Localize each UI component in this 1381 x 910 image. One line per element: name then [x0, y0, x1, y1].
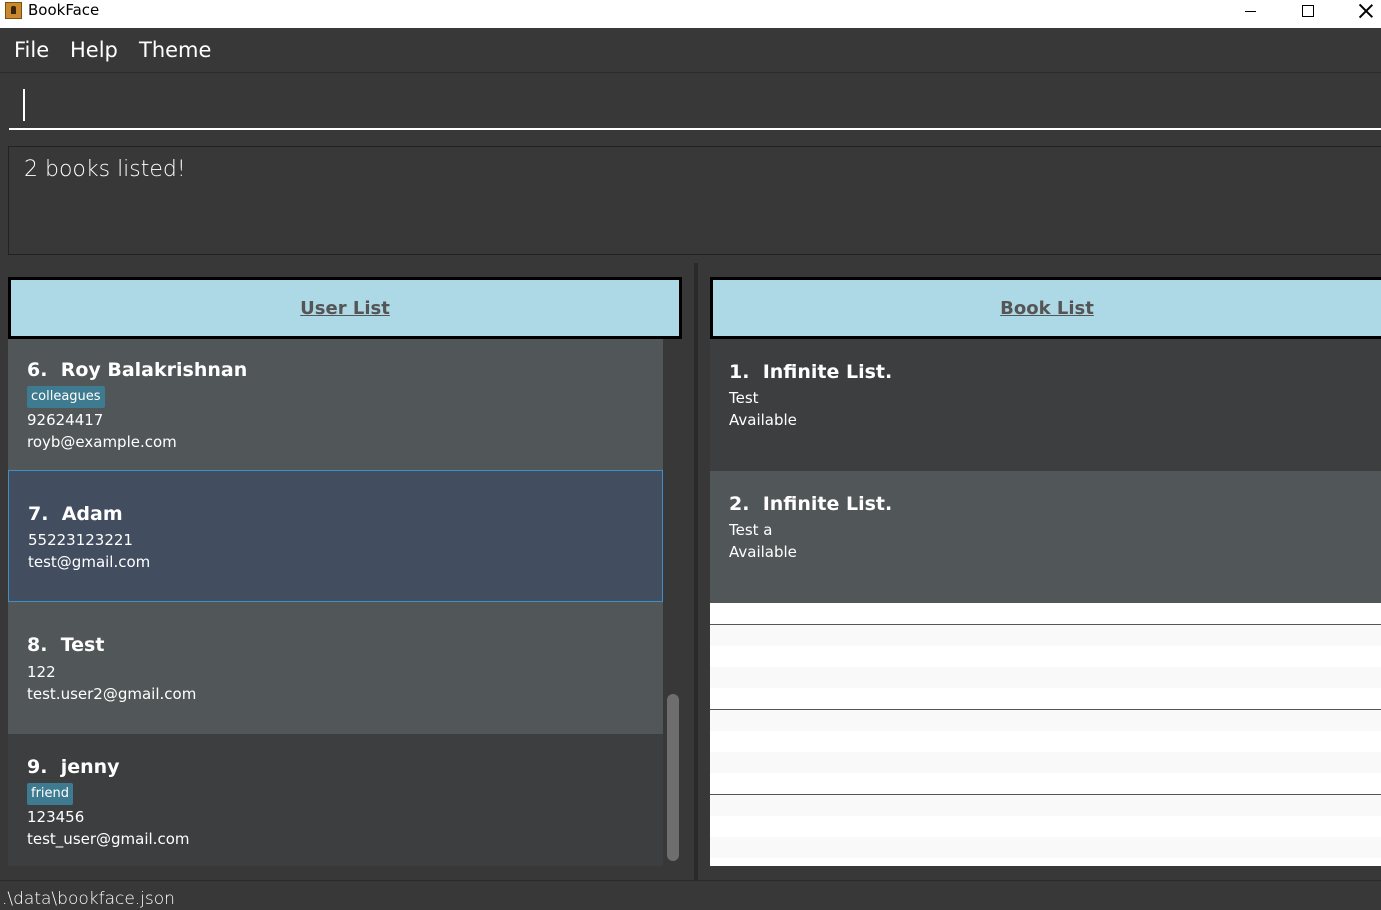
user-name: 6. Roy Balakrishnan	[27, 359, 248, 381]
minimize-button[interactable]	[1221, 0, 1279, 22]
menu-file[interactable]: File	[14, 38, 49, 62]
window-title: BookFace	[28, 1, 100, 19]
minimize-icon	[1244, 10, 1256, 12]
book-list[interactable]: 1. Infinite List. Test Available 2. Infi…	[710, 339, 1381, 866]
book-list-header: Book List	[710, 277, 1381, 339]
user-card[interactable]: 8. Test 122 test.user2@gmail.com	[8, 602, 663, 734]
close-icon	[1359, 4, 1373, 18]
user-phone: 123456	[27, 808, 85, 826]
empty-list-row	[710, 795, 1381, 816]
user-name: 8. Test	[27, 634, 105, 656]
empty-list-row	[710, 710, 1381, 731]
text-caret	[23, 89, 25, 121]
book-list-title: Book List	[1000, 297, 1094, 319]
book-author: Test	[729, 389, 759, 407]
menu-theme[interactable]: Theme	[139, 38, 211, 62]
book-status: Available	[729, 543, 797, 561]
book-title: 2. Infinite List.	[729, 493, 893, 515]
user-phone: 55223123221	[28, 531, 133, 549]
book-title: 1. Infinite List.	[729, 361, 893, 383]
command-box	[0, 74, 1381, 134]
menu-bar: File Help Theme	[0, 28, 1381, 73]
split-pane-divider[interactable]	[694, 263, 698, 880]
window-title-bar[interactable]: BookFace	[0, 0, 1381, 28]
user-list-title: User List	[300, 297, 390, 319]
book-status: Available	[729, 411, 797, 429]
user-phone: 122	[27, 663, 56, 681]
user-list-scrollbar-thumb[interactable]	[667, 694, 679, 861]
close-button[interactable]	[1337, 0, 1381, 22]
user-card[interactable]: 6. Roy Balakrishnan colleagues 92624417 …	[8, 339, 663, 470]
status-bar: .\data\bookface.json	[0, 880, 1381, 910]
result-display: 2 books listed!	[8, 146, 1381, 255]
data-file-path: .\data\bookface.json	[2, 889, 175, 909]
maximize-icon	[1302, 5, 1314, 17]
book-card[interactable]: 1. Infinite List. Test Available	[710, 339, 1381, 471]
user-list-header: User List	[8, 277, 682, 339]
user-list[interactable]: 6. Roy Balakrishnan colleagues 92624417 …	[8, 339, 663, 866]
app-icon	[5, 2, 22, 19]
result-message: 2 books listed!	[24, 157, 186, 182]
user-tag: colleagues	[27, 386, 105, 408]
empty-list-row	[710, 667, 1381, 688]
empty-list-row	[710, 837, 1381, 858]
user-name: 9. jenny	[27, 756, 120, 778]
empty-list-row	[710, 603, 1381, 624]
empty-list-row	[710, 773, 1381, 794]
empty-list-row	[710, 625, 1381, 646]
empty-list-row	[710, 688, 1381, 709]
empty-list-row	[710, 752, 1381, 773]
user-email: royb@example.com	[27, 433, 177, 451]
empty-list-row	[710, 646, 1381, 667]
user-card[interactable]: 9. jenny friend 123456 test_user@gmail.c…	[8, 734, 663, 866]
book-author: Test a	[729, 521, 773, 539]
menu-help[interactable]: Help	[70, 38, 118, 62]
user-email: test@gmail.com	[28, 553, 151, 571]
user-card-selected[interactable]: 7. Adam 55223123221 test@gmail.com	[8, 470, 663, 602]
user-name: 7. Adam	[28, 503, 123, 525]
maximize-button[interactable]	[1279, 0, 1337, 22]
user-email: test.user2@gmail.com	[27, 685, 197, 703]
user-tag: friend	[27, 783, 74, 805]
empty-list-row	[710, 731, 1381, 752]
empty-list-row	[710, 816, 1381, 837]
user-email: test_user@gmail.com	[27, 830, 190, 848]
book-card[interactable]: 2. Infinite List. Test a Available	[710, 471, 1381, 603]
command-input[interactable]	[9, 81, 1381, 130]
user-phone: 92624417	[27, 411, 104, 429]
